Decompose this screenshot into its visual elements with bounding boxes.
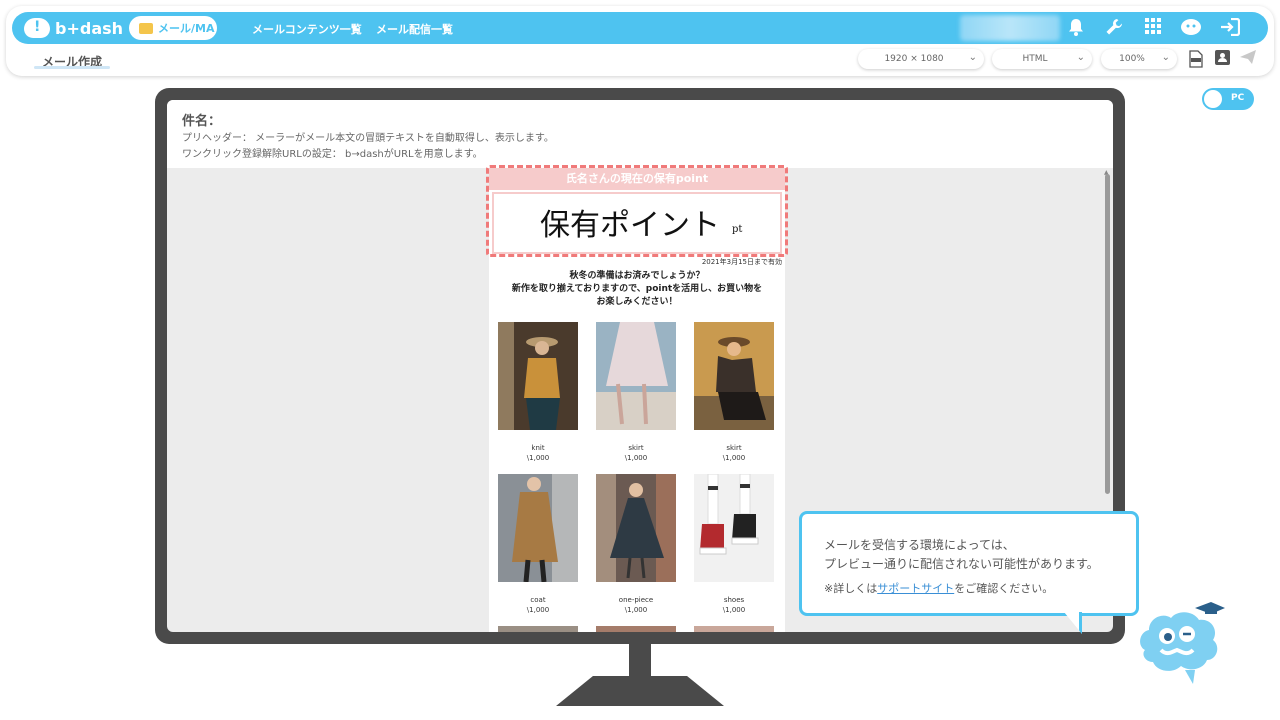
- chevron-down-icon: ⌄: [1161, 52, 1170, 63]
- intro-line: お楽しみください！: [596, 297, 678, 307]
- product-name: skirt: [726, 444, 742, 452]
- callout-note-suffix: をご確認ください。: [954, 582, 1054, 595]
- callout-line-1: メールを受信する環境によっては、: [824, 538, 1015, 552]
- product-image-skirt-2: [694, 322, 774, 430]
- product-name: shoes: [723, 596, 745, 604]
- logo-text: b+dash: [55, 18, 124, 38]
- unsubscribe-text: ワンクリック登録解除URLの設定： b→dashがURLを用意します。: [182, 149, 483, 160]
- monitor-stand-base: [556, 676, 724, 706]
- product-price: \1,000: [722, 606, 746, 614]
- resolution-select[interactable]: 1920 × 1080 ⌄: [858, 49, 984, 69]
- callout-line-2: プレビュー通りに配信されない可能性があります。: [824, 557, 1099, 571]
- nav-mail-delivery-list[interactable]: メール配信一覧: [376, 21, 453, 37]
- logout-icon[interactable]: [1220, 17, 1241, 38]
- product-price: \1,000: [624, 606, 648, 614]
- wrench-icon[interactable]: [1104, 18, 1124, 38]
- product-price: \1,000: [624, 454, 648, 462]
- delivery-warning-callout: メールを受信する環境によっては、 プレビュー通りに配信されない可能性があります。…: [799, 511, 1139, 616]
- contact-card-icon[interactable]: [1214, 50, 1230, 68]
- module-pill-label: メール/MA: [158, 22, 215, 35]
- product-image-one-piece: [596, 474, 676, 582]
- product-price: \1,000: [526, 454, 550, 462]
- preheader-text: プリヘッダー： メーラーがメール本文の冒頭テキストを自動取得し、表示します。: [182, 133, 554, 144]
- logo-cloud-icon: [24, 18, 50, 38]
- product-image-coat: [498, 474, 578, 582]
- product-name: one-piece: [618, 596, 654, 604]
- zoom-select[interactable]: 100% ⌄: [1101, 49, 1177, 69]
- product-image-knit: [498, 322, 578, 430]
- intro-text: 秋冬の準備はお済みでしょうか？ 新作を取り揃えておりますので、pointを活用し…: [489, 270, 785, 309]
- zoom-value: 100%: [1119, 54, 1145, 64]
- selected-block-outline[interactable]: [486, 165, 788, 257]
- product-image-peek: [694, 626, 774, 632]
- page-title-underline: [34, 66, 110, 69]
- support-icon[interactable]: [1180, 18, 1201, 38]
- mascot-icon: [1140, 602, 1225, 684]
- toggle-knob: [1204, 90, 1222, 108]
- send-icon[interactable]: [1240, 50, 1256, 68]
- scrollbar-thumb[interactable]: [1105, 174, 1110, 494]
- product-name: knit: [531, 444, 545, 452]
- chevron-down-icon: ⌄: [968, 52, 977, 63]
- product-image-skirt: [596, 322, 676, 430]
- product-price: \1,000: [526, 606, 550, 614]
- chevron-down-icon: ⌄: [1076, 52, 1085, 63]
- product-image-peek: [596, 626, 676, 632]
- toggle-label: PC: [1231, 93, 1245, 103]
- monitor-stand-neck: [629, 644, 651, 678]
- product-price: \1,000: [722, 454, 746, 462]
- subject-label: 件名：: [182, 114, 222, 129]
- callout-note: ※詳しくはサポートサイトをご確認ください。: [824, 580, 1053, 596]
- intro-line: 秋冬の準備はお済みでしょうか？: [569, 271, 705, 281]
- format-value: HTML: [1022, 54, 1048, 64]
- email-meta-panel: 件名： プリヘッダー： メーラーがメール本文の冒頭テキストを自動取得し、表示しま…: [167, 100, 1113, 168]
- html-file-icon[interactable]: [1188, 50, 1204, 68]
- bell-icon[interactable]: [1066, 18, 1086, 38]
- product-image-peek: [498, 626, 578, 632]
- grid-icon[interactable]: [1143, 18, 1163, 38]
- format-select[interactable]: HTML ⌄: [992, 49, 1092, 69]
- module-pill-mail-ma[interactable]: メール/MA: [129, 16, 217, 40]
- product-name: coat: [530, 596, 546, 604]
- logo[interactable]: b+dash: [24, 16, 123, 40]
- support-site-link[interactable]: サポートサイト: [877, 582, 954, 595]
- resolution-value: 1920 × 1080: [884, 54, 944, 64]
- callout-note-prefix: ※詳しくは: [824, 582, 878, 595]
- nav-mail-content-list[interactable]: メールコンテンツ一覧: [252, 21, 362, 37]
- envelope-icon: [139, 22, 153, 34]
- product-image-shoes: [694, 474, 774, 582]
- pc-preview-toggle[interactable]: PC: [1202, 88, 1254, 110]
- top-nav-bar: b+dash メール/MA メールコンテンツ一覧 メール配信一覧: [12, 12, 1268, 44]
- intro-line: 新作を取り揃えておりますので、pointを活用し、お買い物を: [511, 284, 763, 294]
- valid-until-text: 2021年3月15日まで有効: [701, 258, 782, 266]
- account-info[interactable]: [960, 15, 1060, 41]
- product-name: skirt: [628, 444, 644, 452]
